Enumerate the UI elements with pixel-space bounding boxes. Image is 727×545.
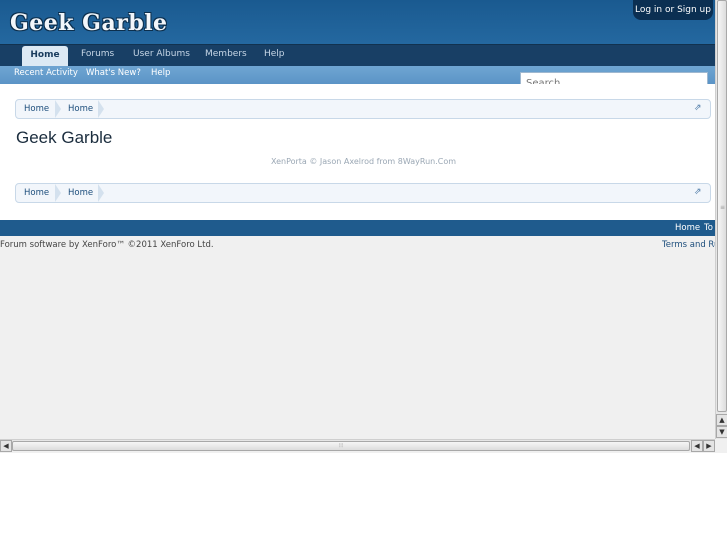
main-navigation: Home Forums User Albums Members Help [0, 44, 727, 67]
grip-icon: ≡ [720, 204, 726, 211]
tab-home[interactable]: Home [22, 46, 68, 67]
scroll-down-button[interactable]: ▼ [716, 426, 727, 438]
scroll-up-button[interactable]: ▲ [716, 414, 727, 426]
breadcrumb-item[interactable]: Home [24, 184, 49, 202]
footer-home-link[interactable]: Home [675, 220, 700, 236]
breadcrumb-item[interactable]: Home [68, 100, 93, 118]
footer-bar: Home To [0, 220, 715, 236]
breadcrumb-bottom: Home Home ⇗ [15, 183, 711, 203]
tab-members[interactable]: Members [205, 45, 247, 67]
breadcrumb-separator [98, 184, 104, 202]
breadcrumb-top: Home Home ⇗ [15, 99, 711, 119]
tab-user-albums[interactable]: User Albums [133, 45, 190, 67]
breadcrumb-item[interactable]: Home [68, 184, 93, 202]
copyright-text[interactable]: Forum software by XenForo™ ©2011 XenForo… [0, 240, 214, 250]
scroll-right-button[interactable]: ▶ [703, 440, 715, 452]
browser-viewport: Geek Garble Log in or Sign up Home Forum… [0, 0, 727, 453]
login-signup-link[interactable]: Log in or Sign up [633, 0, 713, 20]
subnav-whats-new[interactable]: What's New? [86, 66, 141, 80]
site-logo[interactable]: Geek Garble [10, 10, 168, 36]
terms-link[interactable]: Terms and Ru [662, 240, 715, 250]
subnav-recent-activity[interactable]: Recent Activity [14, 66, 78, 80]
page-title: Geek Garble [16, 128, 113, 147]
horizontal-scroll-thumb[interactable]: ⦙⦙⦙ [12, 441, 690, 451]
subnav-help[interactable]: Help [151, 66, 170, 80]
jump-menu-icon[interactable]: ⇗ [694, 187, 704, 197]
breadcrumb-separator [55, 184, 61, 202]
tab-help[interactable]: Help [264, 45, 285, 67]
portal-credit[interactable]: XenPorta © Jason Axelrod from 8WayRun.Co… [0, 157, 727, 166]
page-content: Home Home ⇗ Geek Garble XenPorta © Jason… [0, 84, 715, 220]
site-header: Geek Garble Log in or Sign up Home Forum… [0, 0, 727, 67]
vertical-scroll-thumb[interactable]: ≡ [717, 0, 727, 412]
tab-forums[interactable]: Forums [81, 45, 114, 67]
grip-icon: ⦙⦙⦙ [339, 442, 344, 449]
breadcrumb-separator [98, 100, 104, 118]
breadcrumb-separator [55, 100, 61, 118]
header-banner: Geek Garble Log in or Sign up [0, 0, 727, 44]
scroll-left-button[interactable]: ◀ [0, 440, 12, 452]
scroll-left-button[interactable]: ◀ [691, 440, 703, 452]
horizontal-scrollbar[interactable]: ◀ ⦙⦙⦙ ◀ ▶ [0, 439, 715, 452]
breadcrumb-item[interactable]: Home [24, 100, 49, 118]
footer-top-link[interactable]: To [704, 220, 713, 236]
jump-menu-icon[interactable]: ⇗ [694, 103, 704, 113]
vertical-scrollbar[interactable]: ≡ ▲ ▼ [715, 0, 727, 439]
